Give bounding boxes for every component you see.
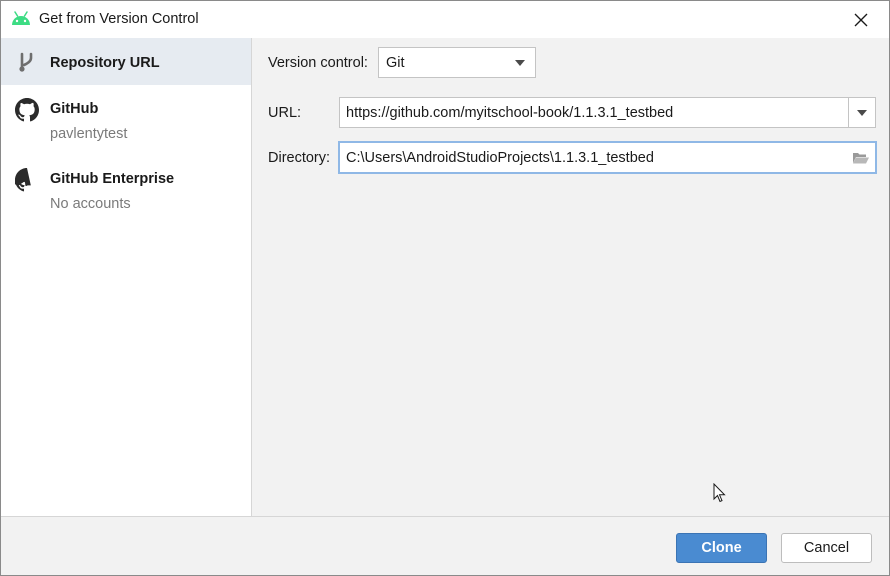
url-history-dropdown[interactable]	[848, 98, 875, 127]
github-icon	[12, 168, 39, 192]
cancel-button[interactable]: Cancel	[781, 533, 872, 563]
android-icon	[10, 11, 32, 27]
mouse-pointer-icon	[713, 482, 727, 503]
folder-browse-icon[interactable]	[847, 151, 875, 165]
version-control-label: Version control:	[268, 55, 368, 71]
github-icon	[15, 98, 39, 122]
dialog-window: Get from Version Control Repository URL	[0, 0, 890, 576]
button-bar: Clone Cancel	[1, 516, 889, 575]
version-control-value: Git	[386, 54, 405, 71]
window-title: Get from Version Control	[39, 11, 199, 27]
sidebar-item-account: No accounts	[50, 196, 131, 212]
vcs-branch-icon	[15, 50, 39, 74]
url-value: https://github.com/myitschool-book/1.1.3…	[346, 104, 674, 121]
main-panel: Version control: Git URL: https://github…	[253, 38, 889, 516]
url-label: URL:	[268, 105, 302, 121]
chevron-down-icon	[515, 59, 535, 66]
url-field[interactable]: https://github.com/myitschool-book/1.1.3…	[339, 97, 876, 128]
sidebar-item-account: pavlentytest	[50, 126, 128, 142]
sidebar-item-label: Repository URL	[50, 55, 160, 71]
sidebar-item-label: GitHub Enterprise	[50, 171, 175, 187]
directory-field[interactable]: C:\Users\AndroidStudioProjects\1.1.3.1_t…	[338, 141, 877, 174]
chevron-down-icon	[857, 109, 867, 116]
directory-label: Directory:	[268, 150, 331, 166]
close-icon	[854, 13, 868, 26]
directory-value: C:\Users\AndroidStudioProjects\1.1.3.1_t…	[346, 149, 654, 166]
sidebar-item-github-enterprise[interactable]: GitHub Enterprise No accounts	[1, 155, 251, 225]
sidebar-item-github[interactable]: GitHub pavlentytest	[1, 85, 251, 155]
sidebar: Repository URL GitHub pavlentytest GitHu…	[1, 38, 252, 516]
sidebar-item-repository-url[interactable]: Repository URL	[1, 38, 251, 85]
sidebar-item-label: GitHub	[50, 101, 99, 117]
title-bar: Get from Version Control	[1, 1, 889, 38]
clone-button[interactable]: Clone	[676, 533, 767, 563]
close-button[interactable]	[833, 1, 889, 38]
version-control-select[interactable]: Git	[378, 47, 536, 78]
